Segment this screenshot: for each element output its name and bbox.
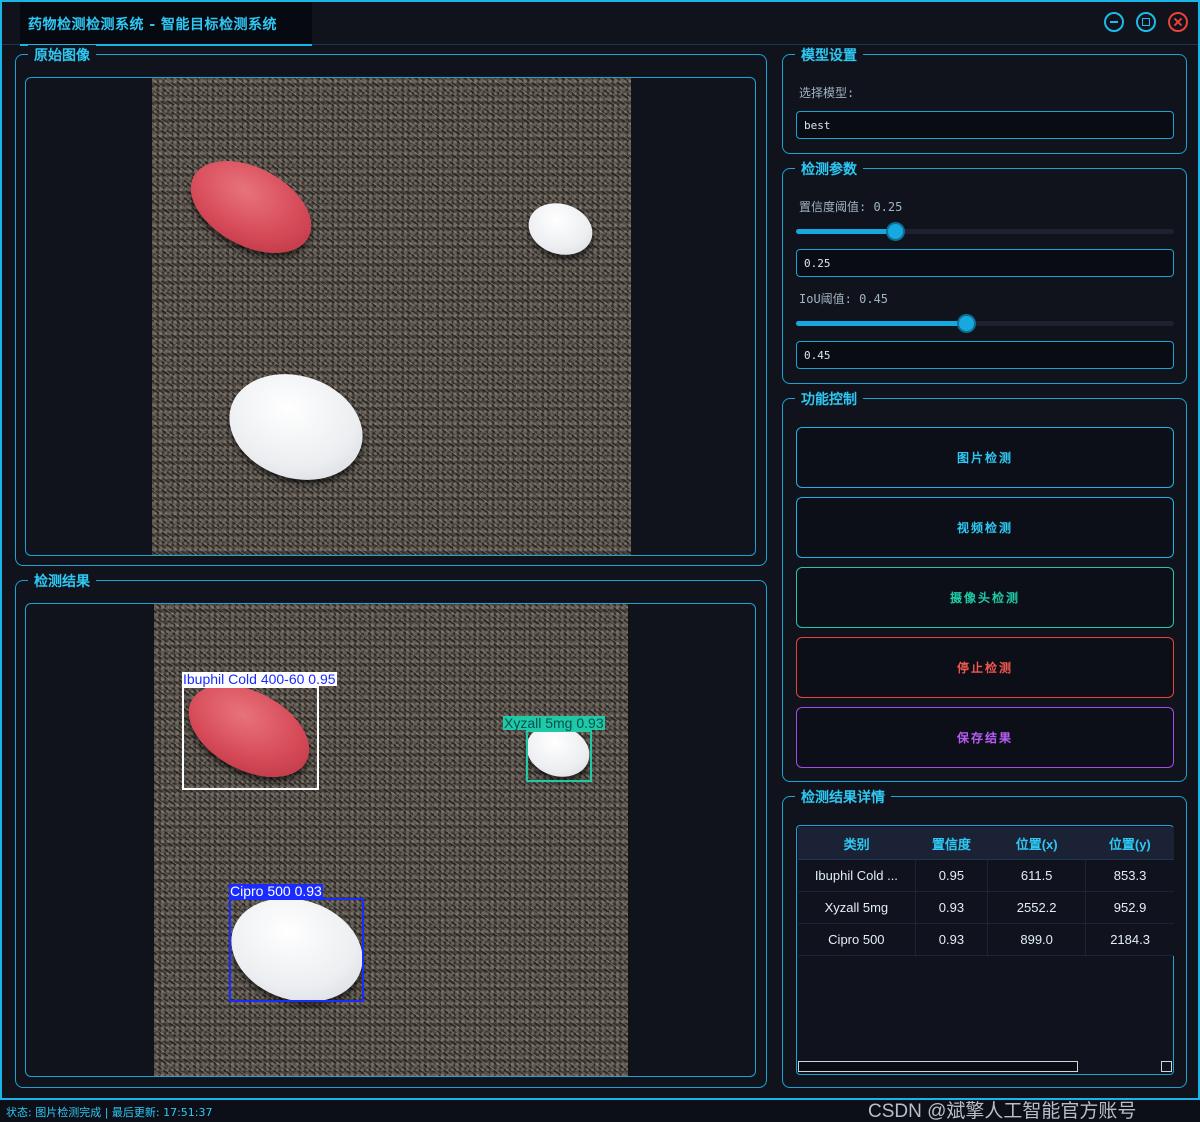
results-table: 类别 置信度 位置(x) 位置(y) Ibuphil Cold ... 0.95… <box>798 827 1174 956</box>
iou-slider[interactable] <box>796 316 1174 331</box>
table-row[interactable]: Xyzall 5mg 0.93 2552.2 952.9 <box>798 891 1174 924</box>
close-icon[interactable] <box>1168 12 1188 32</box>
small-white-pill <box>521 195 600 263</box>
original-image <box>152 78 631 555</box>
table-cell: 0.93 <box>915 891 989 924</box>
detection-result-title: 检测结果 <box>28 571 96 591</box>
confidence-label: 置信度阈值: 0.25 <box>799 200 903 214</box>
model-settings-title: 模型设置 <box>795 45 863 65</box>
camera-detect-button[interactable]: 摄像头检测 <box>796 567 1174 628</box>
detection-box <box>526 730 592 782</box>
confidence-slider-fill <box>796 229 896 234</box>
minimize-icon[interactable] <box>1104 12 1124 32</box>
original-image-title: 原始图像 <box>28 45 96 65</box>
table-cell: 611.5 <box>987 859 1087 892</box>
model-select-label: 选择模型: <box>799 86 855 100</box>
table-cell: Xyzall 5mg <box>798 891 916 924</box>
detection-result-panel: 检测结果 Ibuphil Cold 400-60 0.95 Xyzall 5mg… <box>15 571 767 1088</box>
main-window: 药物检测检测系统 - 智能目标检测系统 原始图像 检测结果 Ibuphil Co… <box>0 0 1200 1100</box>
large-white-pill <box>215 357 377 497</box>
detection-label: Ibuphil Cold 400-60 0.95 <box>182 671 337 687</box>
status-text: 状态: 图片检测完成 | 最后更新: 17:51:37 <box>6 1106 213 1119</box>
table-cell: 0.95 <box>915 859 989 892</box>
red-pill <box>175 142 327 272</box>
table-cell: 899.0 <box>987 923 1087 956</box>
results-detail-title: 检测结果详情 <box>795 787 891 807</box>
stop-detect-button[interactable]: 停止检测 <box>796 637 1174 698</box>
table-cell: 2552.2 <box>987 891 1087 924</box>
table-cell: 853.3 <box>1085 859 1174 892</box>
detection-box <box>182 686 319 790</box>
iou-label: IoU阈值: 0.45 <box>799 292 889 306</box>
detection-label: Xyzall 5mg 0.93 <box>503 715 605 731</box>
original-image-frame <box>25 77 756 556</box>
table-cell: 2184.3 <box>1085 923 1174 956</box>
table-header-row: 类别 置信度 位置(x) 位置(y) <box>798 827 1174 860</box>
original-image-panel: 原始图像 <box>15 45 767 566</box>
confidence-input[interactable]: 0.25 <box>796 249 1174 277</box>
column-header[interactable]: 位置(y) <box>1085 827 1174 860</box>
column-header[interactable]: 置信度 <box>915 827 988 860</box>
iou-slider-handle[interactable] <box>959 316 974 331</box>
detect-params-title: 检测参数 <box>795 159 863 179</box>
table-cell: 952.9 <box>1085 891 1174 924</box>
iou-slider-fill <box>796 321 967 326</box>
title-bar: 药物检测检测系统 - 智能目标检测系统 <box>2 2 1198 46</box>
save-result-button[interactable]: 保存结果 <box>796 707 1174 768</box>
result-image-frame: Ibuphil Cold 400-60 0.95 Xyzall 5mg 0.93… <box>25 603 756 1077</box>
model-settings-panel: 模型设置 <box>782 45 1187 154</box>
window-title: 药物检测检测系统 - 智能目标检测系统 <box>28 17 278 33</box>
iou-input[interactable]: 0.45 <box>796 341 1174 369</box>
watermark: CSDN @斌擎人工智能官方账号 <box>868 1101 1137 1122</box>
title-tab: 药物检测检测系统 - 智能目标检测系统 <box>20 2 312 46</box>
column-header[interactable]: 类别 <box>798 827 916 860</box>
scroll-corner <box>1161 1061 1172 1072</box>
table-cell: Cipro 500 <box>798 923 916 956</box>
confidence-slider[interactable] <box>796 224 1174 239</box>
column-header[interactable]: 位置(x) <box>987 827 1086 860</box>
detection-box <box>229 898 364 1002</box>
detection-label: Cipro 500 0.93 <box>229 883 323 899</box>
table-cell: 0.93 <box>915 923 989 956</box>
result-image: Ibuphil Cold 400-60 0.95 Xyzall 5mg 0.93… <box>154 604 628 1076</box>
confidence-slider-handle[interactable] <box>888 224 903 239</box>
status-bar: 状态: 图片检测完成 | 最后更新: 17:51:37 CSDN @斌擎人工智能… <box>0 1100 1200 1122</box>
maximize-icon[interactable] <box>1136 12 1156 32</box>
model-select[interactable]: best <box>796 111 1174 139</box>
table-cell: Ibuphil Cold ... <box>798 859 916 892</box>
horizontal-scrollbar[interactable] <box>798 1061 1078 1072</box>
video-detect-button[interactable]: 视频检测 <box>796 497 1174 558</box>
table-row[interactable]: Ibuphil Cold ... 0.95 611.5 853.3 <box>798 859 1174 892</box>
table-row[interactable]: Cipro 500 0.93 899.0 2184.3 <box>798 923 1174 956</box>
image-detect-button[interactable]: 图片检测 <box>796 427 1174 488</box>
controls-title: 功能控制 <box>795 389 863 409</box>
